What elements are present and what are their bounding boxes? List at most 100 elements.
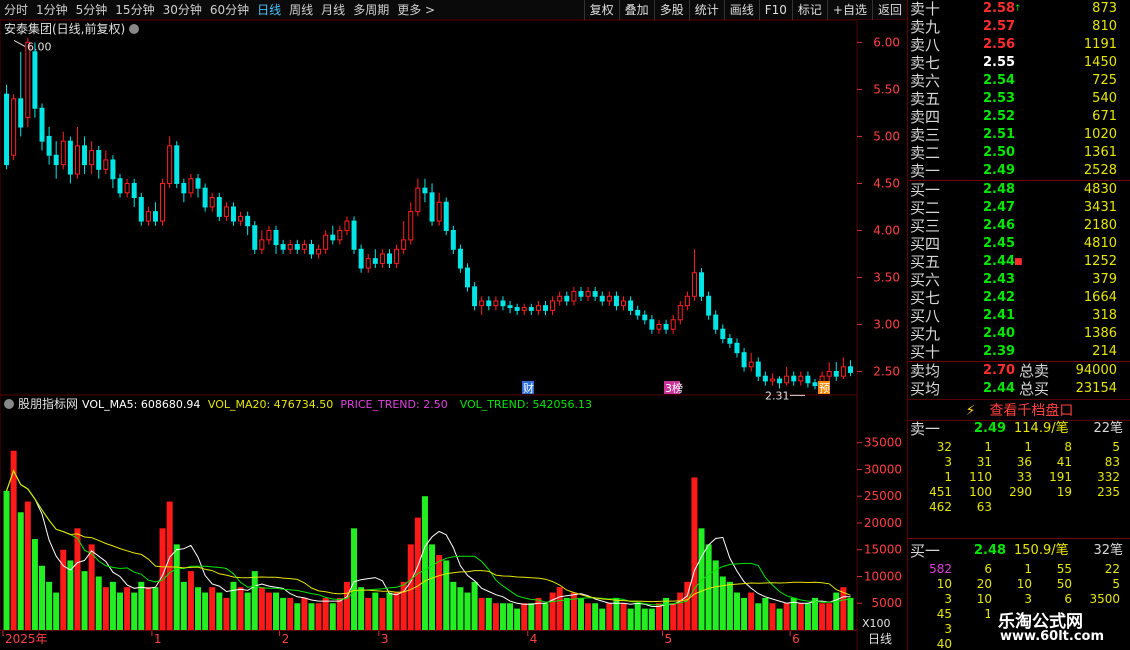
volume-bar [315,603,322,630]
period-tab-6[interactable]: 日线 [253,0,285,20]
high-pointer [13,39,26,47]
bid-price: 2.46 [983,218,1016,233]
toolbar-action-2[interactable]: 多股 [653,0,689,20]
toolbar-action-0[interactable]: 复权 [583,0,619,20]
candle-body [259,239,265,250]
candle-body [181,182,187,194]
bid-vol: 4830 [1083,182,1117,197]
candle-body [691,272,697,297]
volume-bar [88,544,95,630]
bid-label: 买五 [910,253,941,271]
title-dropdown-icon[interactable] [129,24,139,34]
buy_grid-cell: 5 [1112,577,1120,591]
candle-body [564,295,570,302]
bid-label: 买十 [910,343,941,361]
toolbar-action-7[interactable]: +自选 [826,0,872,20]
ask-row: 卖九 2.57 810 [908,18,1130,36]
bid-price: 2.39 [983,344,1016,359]
volume-bar [776,608,783,630]
period-tab-2[interactable]: 5分钟 [72,0,112,20]
indicator-dropdown-icon[interactable] [4,399,14,409]
sell_grid-cell: 1 [944,470,952,484]
volume-bar [542,603,549,630]
bid-label: 买八 [910,307,941,325]
volume-bar [379,597,386,630]
indicator-value: PRICE_TREND: 2.50 [340,398,447,411]
event-marker-label[interactable]: 3榜 [665,381,683,395]
volume-bar [329,603,336,630]
period-tab-4[interactable]: 30分钟 [159,0,206,20]
sell_grid-cell: 462 [929,500,952,514]
ask-price: 2.58 [983,1,1016,16]
view-depth-button[interactable]: ⚡ 查看千档盘口 [908,399,1130,421]
summary-label2: 总卖 [1019,362,1050,380]
bid-vol: 214 [1092,344,1117,359]
volume-bar [258,587,265,630]
volume-bar [641,608,648,630]
period-tab-8[interactable]: 月线 [317,0,349,20]
candle-body [174,145,180,184]
volume-bar [60,549,67,630]
vol-tick-label: 20000 [864,516,902,530]
period-tab-9[interactable]: 多周期 [349,0,393,20]
toolbar-action-5[interactable]: F10 [758,0,792,20]
month-label: 4 [530,632,538,646]
volume-bar [230,581,237,630]
candle-body [557,295,563,302]
candle-body [670,319,676,330]
sell_grid-cell: 63 [976,500,992,514]
volume-bar [592,603,599,630]
sell_grid-row: 451 100 290 19 235 [908,485,1123,500]
volume-bar [386,592,393,630]
bid-vol: 318 [1092,308,1117,323]
period-tab-0[interactable]: 分时 [0,0,32,20]
period-tab-7[interactable]: 周线 [285,0,317,20]
bid-label: 买二 [910,199,941,217]
volume-bar [46,581,53,630]
period-tab-10[interactable]: 更多 > [393,0,439,20]
candle-body [677,305,683,321]
toolbar-action-4[interactable]: 画线 [723,0,759,20]
ask-vol: 1450 [1083,55,1117,70]
sell_grid-cell: 83 [1104,455,1120,469]
toolbar-action-8[interactable]: 返回 [871,0,907,20]
period-tab-3[interactable]: 15分钟 [111,0,158,20]
volume-bar [471,581,478,630]
ask-row: 卖十 2.58 ↑ 873 [908,0,1130,18]
volume-bar [31,539,38,630]
volume-bar [691,477,698,630]
buy_level-price: 2.48 [974,543,1007,558]
bid-vol: 3431 [1083,200,1117,215]
volume-bar [145,587,152,630]
volume-bar [634,603,641,630]
date-axis-line [0,630,857,631]
volume-bar [811,597,818,630]
ask-price: 2.56 [983,37,1016,52]
volume-bar [95,576,102,630]
candle-body [160,182,166,222]
volume-bar [53,592,60,630]
toolbar-action-1[interactable]: 叠加 [618,0,654,20]
bid-price: 2.47 [983,200,1016,215]
bid-vol: 379 [1092,272,1117,287]
buy_grid-cell: 6 [984,562,992,576]
month-label: 3 [381,632,389,646]
event-marker-label[interactable]: 预 [819,382,830,395]
volume-bar [407,544,414,630]
ask-price: 2.54 [983,73,1016,88]
candle-body [394,248,400,264]
candle-body [713,314,719,330]
candle-body [500,300,506,307]
period-tab-5[interactable]: 60分钟 [206,0,253,20]
period-tab-1[interactable]: 1分钟 [32,0,72,20]
volume-bar [783,603,790,630]
toolbar-action-3[interactable]: 统计 [688,0,724,20]
volume-bar [294,603,301,630]
candle-body [450,229,456,250]
toolbar-action-6[interactable]: 标记 [791,0,827,20]
vol-tick-label: 10000 [864,569,902,583]
event-marker-label[interactable]: 财 [523,381,534,395]
bid-price: 2.45 [983,236,1016,251]
candle-body [720,328,726,340]
volume-bar [180,581,187,630]
